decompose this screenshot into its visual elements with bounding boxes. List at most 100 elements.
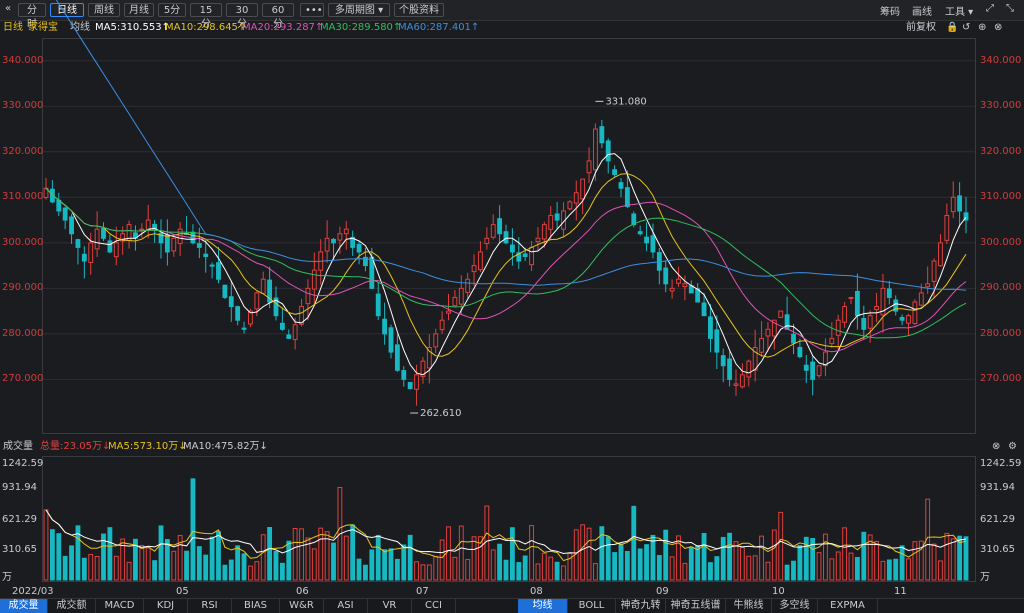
overlay-tab-0[interactable]: 均线 [518, 599, 568, 613]
candle-body [593, 128, 598, 171]
volume-bar [516, 562, 522, 581]
candle-body [797, 346, 803, 358]
candle-body [861, 317, 867, 330]
volume-bar [446, 526, 451, 581]
candle-body [458, 287, 464, 305]
volume-bar [222, 564, 228, 581]
candle-body [612, 169, 618, 176]
candle-body [580, 178, 586, 200]
candle-body [708, 316, 713, 339]
volume-bar [931, 543, 937, 581]
indicator-tabs: 成交量 成交额 MACD KDJ RSI BIAS W&R ASI VR CCI 均线 BOLL 神奇九… [0, 598, 1024, 613]
volume-bar [286, 540, 292, 581]
volume-bar [771, 529, 777, 581]
candle-body [899, 317, 905, 321]
indicator-tab-5[interactable]: BIAS [232, 599, 280, 613]
volume-bar [765, 561, 771, 581]
candle-body [356, 243, 362, 253]
indicator-tab-4[interactable]: RSI [188, 599, 232, 613]
candle-body [618, 182, 624, 189]
volume-bar [152, 560, 158, 581]
overlay-tab-4[interactable]: 牛熊线 [726, 599, 772, 613]
candle-body [701, 302, 707, 317]
candle-body [720, 355, 726, 367]
ma5-line [45, 153, 967, 376]
volume-bar [484, 505, 490, 581]
volume-bar [407, 534, 413, 581]
overlay-tab-5[interactable]: 多空线 [772, 599, 818, 613]
volume-bar [228, 559, 234, 581]
volume-bar [612, 552, 618, 581]
overlay-tab-6[interactable]: EXPMA [818, 599, 878, 613]
candle-body [331, 238, 336, 244]
candle-body [113, 242, 119, 258]
volume-ma10-line [45, 509, 967, 555]
candle-body [522, 253, 528, 257]
volume-bar [267, 527, 273, 581]
volume-bar [184, 550, 189, 581]
volume-bar [299, 528, 304, 581]
candle-body [139, 228, 145, 231]
volume-bar [171, 550, 177, 581]
overlay-tab-2[interactable]: 神奇九转 [616, 599, 666, 613]
candle-body [573, 192, 579, 204]
volume-bar [739, 547, 745, 581]
candle-body [196, 243, 202, 248]
volume-bar [842, 527, 848, 581]
candle-body [586, 160, 592, 174]
volume-bar [586, 527, 592, 581]
volume-bar [331, 542, 336, 581]
candle-body [829, 337, 835, 345]
candle-body [209, 264, 215, 267]
volume-bar [471, 536, 477, 581]
volume-bar [669, 556, 675, 581]
candle-body [369, 256, 375, 289]
volume-ma5-line [45, 509, 967, 562]
volume-bar [439, 539, 445, 581]
volume-bar [554, 561, 560, 581]
candle-body [433, 333, 439, 348]
volume-bar [94, 555, 100, 581]
volume-bar [893, 558, 899, 581]
indicator-tab-9[interactable]: CCI [412, 599, 456, 613]
volume-bar [854, 556, 860, 581]
candle-body [439, 319, 445, 331]
candle-body [886, 288, 892, 298]
indicator-tab-7[interactable]: ASI [324, 599, 368, 613]
indicator-tab-3[interactable]: KDJ [144, 599, 188, 613]
indicator-tab-6[interactable]: W&R [280, 599, 324, 613]
candle-body [101, 227, 106, 239]
volume-bar [695, 545, 701, 581]
candle-body [375, 293, 381, 317]
indicator-tab-1[interactable]: 成交额 [48, 599, 96, 613]
overlay-tab-3[interactable]: 神奇五线谱 [666, 599, 726, 613]
volume-bar [784, 564, 790, 581]
volume-bar [107, 527, 113, 581]
volume-bar [950, 538, 956, 581]
indicator-tab-0[interactable]: 成交量 [0, 599, 48, 613]
volume-bar [605, 536, 611, 581]
volume-bar [452, 556, 458, 581]
volume-bar [145, 547, 151, 581]
candle-body [490, 224, 496, 238]
volume-bar [963, 536, 969, 581]
candle-body [912, 301, 918, 324]
candle-body [497, 218, 503, 235]
candle-body [854, 290, 860, 317]
candle-body [957, 195, 963, 212]
volume-bar [62, 555, 68, 581]
candle-body [714, 329, 720, 353]
candle-body [835, 319, 841, 336]
candle-body [503, 231, 509, 244]
candle-body [918, 292, 924, 306]
volume-bar [433, 556, 439, 581]
candlestick-chart[interactable]: 331.080 262.610 [0, 0, 1024, 612]
volume-bar [708, 562, 713, 581]
volume-bar [593, 563, 598, 581]
indicator-tab-2[interactable]: MACD [96, 599, 144, 613]
candle-body [567, 201, 573, 210]
volume-bar [394, 558, 400, 581]
candle-body [216, 262, 221, 280]
overlay-tab-1[interactable]: BOLL [568, 599, 616, 613]
indicator-tab-8[interactable]: VR [368, 599, 412, 613]
